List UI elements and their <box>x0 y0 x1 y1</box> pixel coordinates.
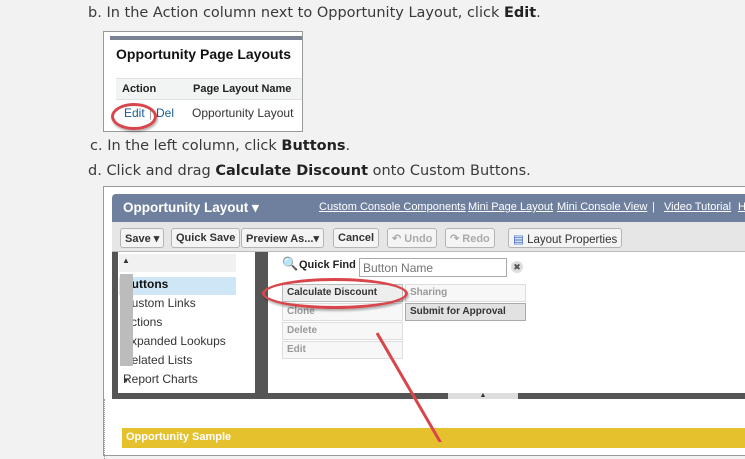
drag-arrow-line <box>375 332 442 442</box>
drag-arrow <box>375 332 442 442</box>
